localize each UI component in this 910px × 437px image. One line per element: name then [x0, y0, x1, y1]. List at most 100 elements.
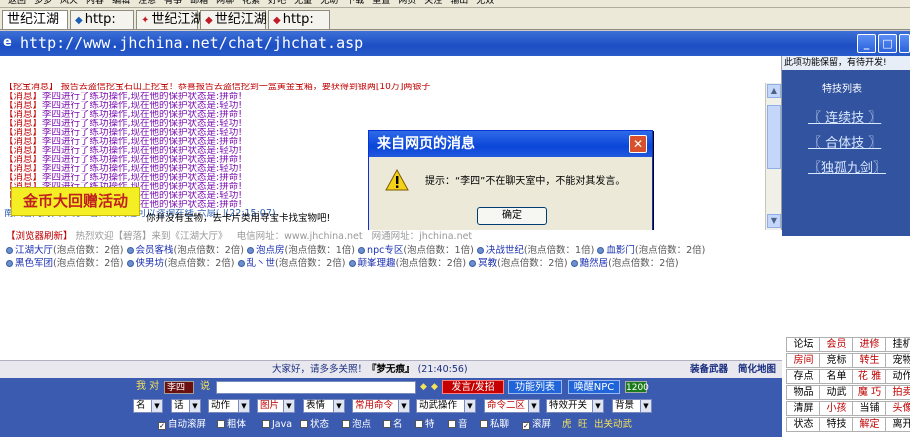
select-3[interactable]: 动作 ▼: [208, 399, 250, 413]
toolbar-item[interactable]: 有事: [164, 0, 182, 6]
room-name[interactable]: npc专区: [367, 245, 403, 256]
toolbar-item[interactable]: 无效: [476, 0, 494, 6]
chevron-down-icon[interactable]: ▼: [151, 400, 162, 412]
room-item[interactable]: 血影门(泡点倍数：2倍): [597, 245, 705, 256]
toolbar-item[interactable]: 无助: [320, 0, 338, 6]
select-8[interactable]: 命令二区 ▼: [484, 399, 540, 413]
room-name[interactable]: 冥教: [478, 258, 497, 269]
checkbox-10[interactable]: ✓ 滚屏: [522, 419, 551, 431]
select-10[interactable]: 背景 ▼: [612, 399, 652, 413]
simple-map-link[interactable]: 简化地图: [738, 364, 776, 375]
send-button[interactable]: 发言/发招: [442, 380, 504, 394]
checkbox-5[interactable]: 泡点: [342, 419, 371, 431]
checkbox-8[interactable]: 音: [448, 419, 468, 431]
select-9[interactable]: 特效开关 ▼: [546, 399, 604, 413]
room-item[interactable]: 江湖大厅(泡点倍数：2倍): [6, 245, 123, 256]
checkbox-icon[interactable]: [342, 420, 350, 428]
func-list-button[interactable]: 功能列表: [508, 380, 562, 394]
room-name[interactable]: 黯然居: [580, 258, 609, 269]
grid-cell[interactable]: 清屏: [786, 401, 821, 416]
grid-cell[interactable]: 状态: [786, 417, 821, 432]
room-item[interactable]: 侠男坊(泡点倍数：2倍): [126, 258, 235, 269]
toolbar-item[interactable]: 网页: [398, 0, 416, 6]
room-name[interactable]: 黑色军团: [15, 258, 53, 269]
room-name[interactable]: 会员客栈: [136, 245, 174, 256]
skill-3[interactable]: 〖独孤九剑〗: [808, 157, 886, 176]
room-item[interactable]: 冥教(泡点倍数：2倍): [469, 258, 568, 269]
maximize-button[interactable]: □: [878, 34, 897, 53]
grid-cell[interactable]: 宠物: [885, 353, 910, 368]
toolbar-item[interactable]: 返回: [8, 0, 26, 6]
minimize-button[interactable]: _: [857, 34, 876, 53]
grid-cell[interactable]: 解定: [852, 417, 887, 432]
room-item[interactable]: 黯然居(泡点倍数：2倍): [570, 258, 679, 269]
grid-cell[interactable]: 离开: [885, 417, 910, 432]
checkbox-icon[interactable]: ✓: [158, 422, 166, 430]
arrow-icon[interactable]: ◆: [420, 381, 430, 393]
grid-cell[interactable]: 挂机: [885, 337, 910, 352]
room-item[interactable]: 会员客栈(泡点倍数：2倍): [126, 245, 244, 256]
grid-cell[interactable]: 竞标: [819, 353, 854, 368]
room-name[interactable]: 泡点房: [256, 245, 285, 256]
toolbar-item[interactable]: 好吧: [268, 0, 286, 6]
room-item[interactable]: 泡点房(泡点倍数：1倍): [247, 245, 355, 256]
checkbox-icon[interactable]: [480, 420, 488, 428]
room-name[interactable]: 侠男坊: [136, 258, 165, 269]
chevron-down-icon[interactable]: ▼: [528, 400, 539, 412]
wake-npc-button[interactable]: 唤醒NPC: [568, 380, 620, 394]
grid-cell[interactable]: 魔 巧: [852, 385, 887, 400]
target-nick-input[interactable]: 李四: [164, 381, 194, 394]
checkbox-icon[interactable]: ✓: [522, 422, 530, 430]
close-button[interactable]: [899, 34, 910, 53]
toolbar-item[interactable]: 花絮: [242, 0, 260, 6]
toolbar-item[interactable]: 网聊: [216, 0, 234, 6]
scroll-down-icon[interactable]: ▼: [767, 214, 781, 228]
room-item[interactable]: 黑色军团(泡点倍数：2倍): [6, 258, 123, 269]
grid-cell[interactable]: 物品: [786, 385, 821, 400]
chat-scrollbar[interactable]: ▲ ▼: [765, 83, 781, 230]
room-item[interactable]: npc专区(泡点倍数：1倍): [358, 245, 474, 256]
gold-promo-banner[interactable]: 金币大回赠活动: [11, 187, 140, 216]
tab-1[interactable]: 世纪江湖: [2, 10, 68, 29]
chevron-down-icon[interactable]: ▼: [238, 400, 249, 412]
checkbox-icon[interactable]: [383, 420, 391, 428]
dialog-ok-button[interactable]: 确定: [477, 207, 547, 225]
room-name[interactable]: 江湖大厅: [15, 245, 53, 256]
toolbar-item[interactable]: 输出: [450, 0, 468, 6]
tab-5[interactable]: ◆ http:: [268, 10, 330, 29]
grid-cell[interactable]: 当铺: [852, 401, 887, 416]
chevron-down-icon[interactable]: ▼: [592, 400, 603, 412]
select-2[interactable]: 话 ▼: [171, 399, 201, 413]
skill-2[interactable]: 〖 合体技 〗: [808, 132, 881, 151]
select-7[interactable]: 动武操作 ▼: [416, 399, 476, 413]
toolbar-item[interactable]: 重置: [372, 0, 390, 6]
dialog-close-icon[interactable]: ✕: [629, 135, 647, 153]
grid-cell[interactable]: 论坛: [786, 337, 821, 352]
grid-cell[interactable]: 特技: [819, 417, 854, 432]
checkbox-icon[interactable]: [448, 420, 456, 428]
grid-cell[interactable]: 会员: [819, 337, 854, 352]
grid-cell[interactable]: 花 雅: [852, 369, 887, 384]
toolbar-item[interactable]: 内容: [86, 0, 104, 6]
toolbar-item[interactable]: 多多: [34, 0, 52, 6]
room-name[interactable]: 乱丶世: [247, 258, 276, 269]
room-item[interactable]: 颠峯理趣(泡点倍数：2倍): [348, 258, 466, 269]
room-name[interactable]: 血影门: [606, 245, 635, 256]
checkbox-13[interactable]: 出关动武: [594, 419, 632, 431]
tab-3[interactable]: ✦ 世纪江湖: [136, 10, 203, 29]
scroll-thumb[interactable]: [767, 105, 781, 169]
checkbox-3[interactable]: Java: [262, 419, 292, 431]
grid-cell[interactable]: 动作: [885, 369, 910, 384]
grid-cell[interactable]: 名单: [819, 369, 854, 384]
grid-cell[interactable]: 房间: [786, 353, 821, 368]
select-1[interactable]: 名 ▼: [133, 399, 163, 413]
checkbox-4[interactable]: 状态: [300, 419, 329, 431]
select-4[interactable]: 图片 ▼: [257, 399, 295, 413]
room-item[interactable]: 决战世纪(泡点倍数：1倍): [476, 245, 594, 256]
chevron-down-icon[interactable]: ▼: [640, 400, 651, 412]
select-5[interactable]: 表情 ▼: [303, 399, 345, 413]
checkbox-icon[interactable]: [300, 420, 308, 428]
grid-cell[interactable]: 拍卖: [885, 385, 910, 400]
grid-cell[interactable]: 存点: [786, 369, 821, 384]
grid-cell[interactable]: 头像: [885, 401, 910, 416]
